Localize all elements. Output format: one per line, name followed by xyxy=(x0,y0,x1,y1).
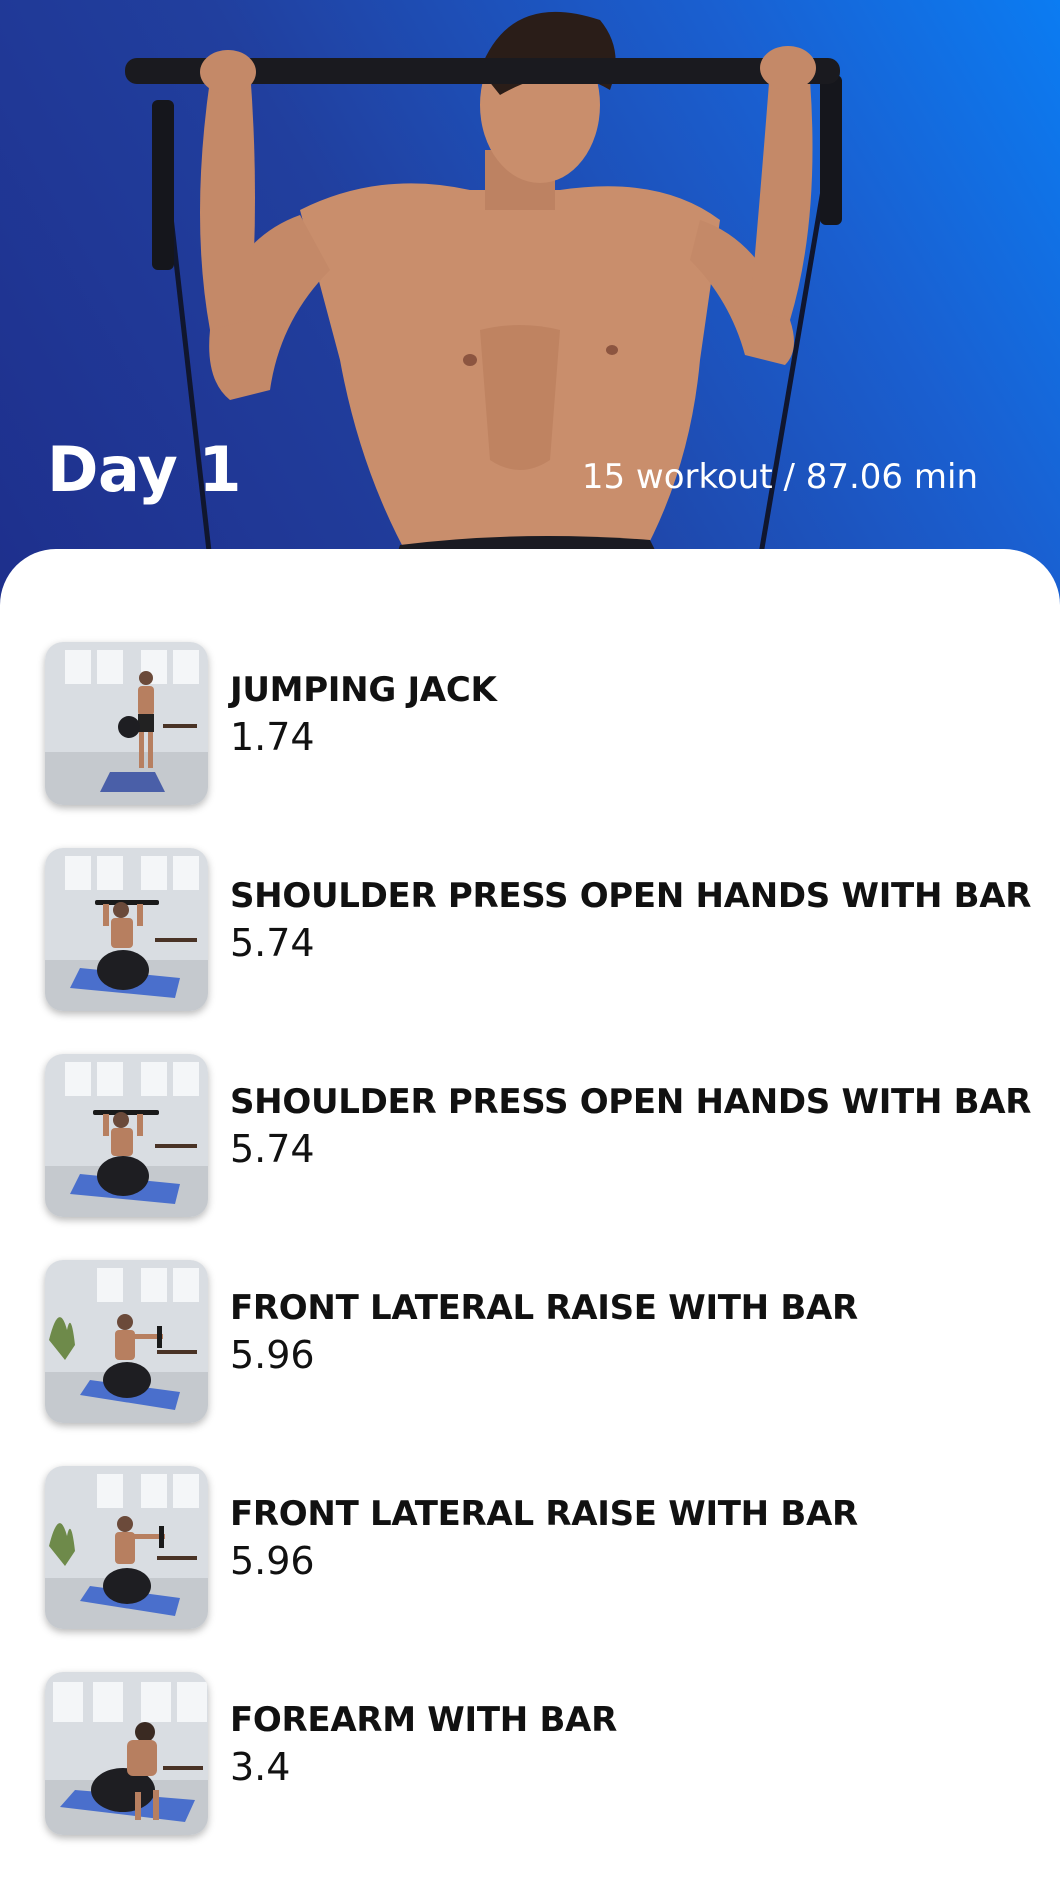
exercise-duration: 3.4 xyxy=(230,1745,291,1789)
exercise-list: JUMPING JACK 1.74 SHOULDER PRESS OPEN HA… xyxy=(0,642,1060,1878)
exercise-name: FRONT LATERAL RAISE WITH BAR xyxy=(230,1494,858,1534)
exercise-duration: 5.96 xyxy=(230,1333,315,1377)
exercise-duration: 5.74 xyxy=(230,921,315,965)
exercise-name: JUMPING JACK xyxy=(230,670,497,710)
exercise-item-jumping-jack[interactable]: JUMPING JACK 1.74 xyxy=(0,642,1060,848)
hero-banner: Day 1 15 workout / 87.06 min xyxy=(0,0,1060,620)
exercise-thumbnail xyxy=(45,1260,208,1423)
exercise-info: FRONT LATERAL RAISE WITH BAR 5.96 xyxy=(230,1260,858,1380)
exercise-duration: 5.74 xyxy=(230,1127,315,1171)
exercise-item-front-lateral-raise-1[interactable]: FRONT LATERAL RAISE WITH BAR 5.96 xyxy=(0,1260,1060,1466)
exercise-thumbnail xyxy=(45,848,208,1011)
exercise-thumbnail xyxy=(45,642,208,805)
hero-athlete-image xyxy=(125,11,842,561)
exercise-name: SHOULDER PRESS OPEN HANDS WITH BAR xyxy=(230,1082,1032,1122)
exercise-duration: 1.74 xyxy=(230,715,315,759)
day-title: Day 1 xyxy=(47,433,242,506)
exercise-info: FOREARM WITH BAR 3.4 xyxy=(230,1672,617,1792)
exercise-name: FOREARM WITH BAR xyxy=(230,1700,617,1740)
exercise-info: JUMPING JACK 1.74 xyxy=(230,642,497,762)
exercise-info: FRONT LATERAL RAISE WITH BAR 5.96 xyxy=(230,1466,858,1586)
exercise-item-forearm[interactable]: FOREARM WITH BAR 3.4 xyxy=(0,1672,1060,1878)
exercise-thumbnail xyxy=(45,1672,208,1835)
exercise-name: FRONT LATERAL RAISE WITH BAR xyxy=(230,1288,858,1328)
exercise-info: SHOULDER PRESS OPEN HANDS WITH BAR 5.74 xyxy=(230,848,1031,968)
exercise-info: SHOULDER PRESS OPEN HANDS WITH BAR 5.74 xyxy=(230,1054,1031,1174)
exercise-thumbnail xyxy=(45,1466,208,1629)
exercise-list-sheet: JUMPING JACK 1.74 SHOULDER PRESS OPEN HA… xyxy=(0,549,1060,1885)
workout-summary: 15 workout / 87.06 min xyxy=(581,457,978,497)
exercise-thumbnail xyxy=(45,1054,208,1217)
exercise-item-front-lateral-raise-2[interactable]: FRONT LATERAL RAISE WITH BAR 5.96 xyxy=(0,1466,1060,1672)
exercise-item-shoulder-press-2[interactable]: SHOULDER PRESS OPEN HANDS WITH BAR 5.74 xyxy=(0,1054,1060,1260)
exercise-name: SHOULDER PRESS OPEN HANDS WITH BAR xyxy=(230,876,1032,916)
workout-day-screen: Day 1 15 workout / 87.06 min JUMPING JAC… xyxy=(0,0,1060,1885)
exercise-item-shoulder-press-1[interactable]: SHOULDER PRESS OPEN HANDS WITH BAR 5.74 xyxy=(0,848,1060,1054)
exercise-duration: 5.96 xyxy=(230,1539,315,1583)
